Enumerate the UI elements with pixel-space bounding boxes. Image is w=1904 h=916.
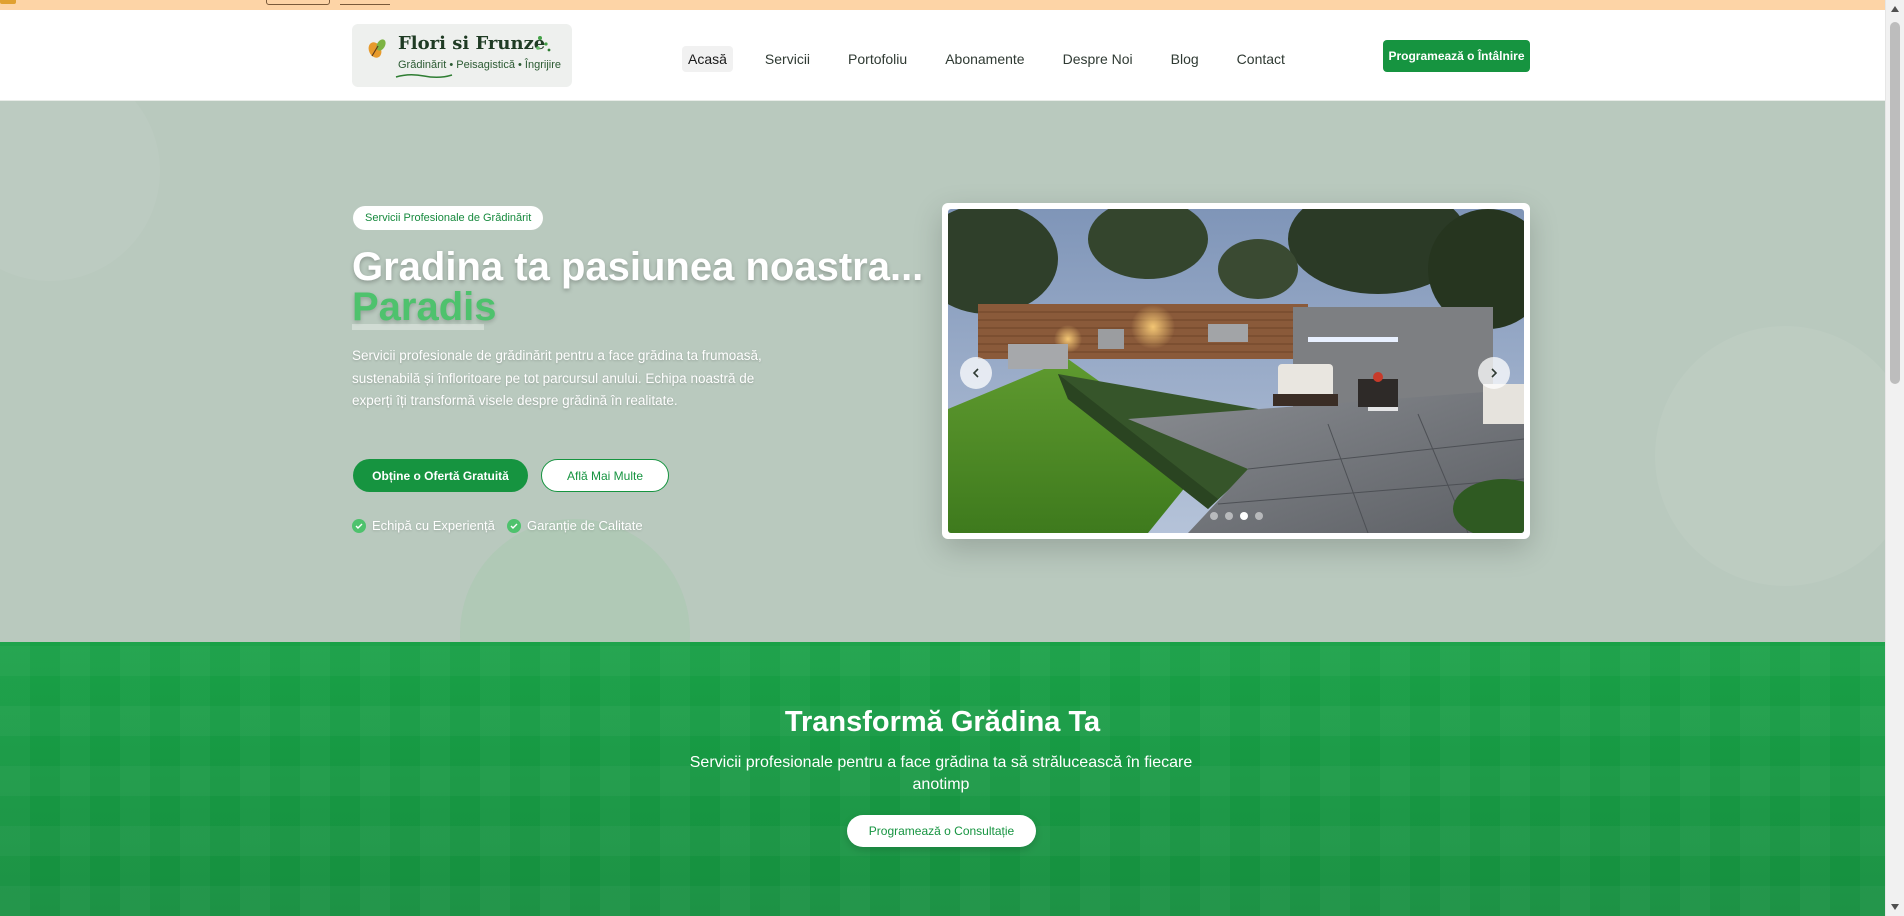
sparkle-icon — [536, 36, 551, 52]
site-header: Flori si Frunze Grădinărit • Peisagistic… — [0, 10, 1885, 101]
hero-section: Servicii Profesionale de Grădinărit Grad… — [0, 101, 1885, 642]
schedule-meeting-button[interactable]: Programează o Întâlnire — [1383, 40, 1530, 72]
decorative-circle — [0, 101, 160, 281]
nav-item-contact[interactable]: Contact — [1231, 46, 1291, 72]
decorative-circle — [1655, 326, 1885, 586]
learn-more-button[interactable]: Află Mai Multe — [541, 459, 669, 492]
nav-item-blog[interactable]: Blog — [1165, 46, 1205, 72]
cta-section: Transformă Grădina Ta Servicii profesion… — [0, 642, 1885, 916]
carousel-dots — [1210, 512, 1263, 520]
nav-item-portofoliu[interactable]: Portofoliu — [842, 46, 913, 72]
feature-item: Echipă cu Experiență — [352, 518, 495, 533]
cta-subtitle: Servicii profesionale pentru a face grăd… — [689, 754, 1193, 793]
feature-label: Echipă cu Experiență — [372, 518, 495, 533]
feature-label: Garanție de Calitate — [527, 518, 643, 533]
nav-item-despre-noi[interactable]: Despre Noi — [1057, 46, 1139, 72]
hero-highlight: Paradis — [352, 285, 497, 329]
scrollbar-thumb[interactable] — [1890, 22, 1900, 384]
nav-item-servicii[interactable]: Servicii — [759, 46, 816, 72]
carousel-dot[interactable] — [1225, 512, 1233, 520]
warning-icon — [0, 0, 16, 4]
chevron-right-icon — [1491, 368, 1498, 378]
leaf-icon — [368, 39, 386, 58]
cta-title: Transformă Grădina Ta — [784, 706, 1101, 738]
carousel-dot[interactable] — [1255, 512, 1263, 520]
nav-item-abonamente[interactable]: Abonamente — [939, 46, 1030, 72]
scroll-up-icon[interactable] — [1891, 6, 1899, 12]
notification-link[interactable] — [340, 0, 390, 5]
carousel-dot-active[interactable] — [1240, 512, 1248, 520]
decorative-circle — [460, 519, 690, 642]
logo-brand-name: Flori si Frunze — [398, 33, 546, 54]
carousel-dot[interactable] — [1210, 512, 1218, 520]
hero-title: Gradina ta pasiunea noastra... — [352, 245, 924, 289]
free-quote-button[interactable]: Obține o Ofertă Gratuită — [353, 459, 528, 492]
scroll-down-icon[interactable] — [1891, 904, 1899, 910]
logo-tagline: Grădinărit • Peisagistică • Îngrijire — [398, 59, 561, 71]
nav-item-acasa[interactable]: Acasă — [682, 46, 733, 72]
page-scrollbar[interactable] — [1885, 0, 1904, 916]
hero-description: Servicii profesionale de grădinărit pent… — [352, 348, 762, 408]
check-icon — [507, 518, 521, 533]
carousel-slide-image — [948, 209, 1524, 533]
top-notification-strip — [0, 0, 1885, 10]
carousel-next-button[interactable] — [1478, 357, 1510, 389]
check-icon — [352, 518, 366, 533]
logo[interactable]: Flori si Frunze Grădinărit • Peisagistic… — [352, 24, 572, 87]
main-nav: Acasă Servicii Portofoliu Abonamente Des… — [682, 46, 1317, 72]
logo-swash — [395, 73, 453, 79]
chevron-left-icon — [972, 368, 979, 378]
schedule-consultation-button[interactable]: Programează o Consultație — [847, 815, 1036, 847]
notification-button[interactable] — [266, 0, 330, 5]
feature-item: Garanție de Calitate — [507, 518, 643, 533]
carousel-prev-button[interactable] — [960, 357, 992, 389]
image-carousel[interactable] — [942, 203, 1530, 539]
hero-badge: Servicii Profesionale de Grădinărit — [353, 206, 544, 230]
